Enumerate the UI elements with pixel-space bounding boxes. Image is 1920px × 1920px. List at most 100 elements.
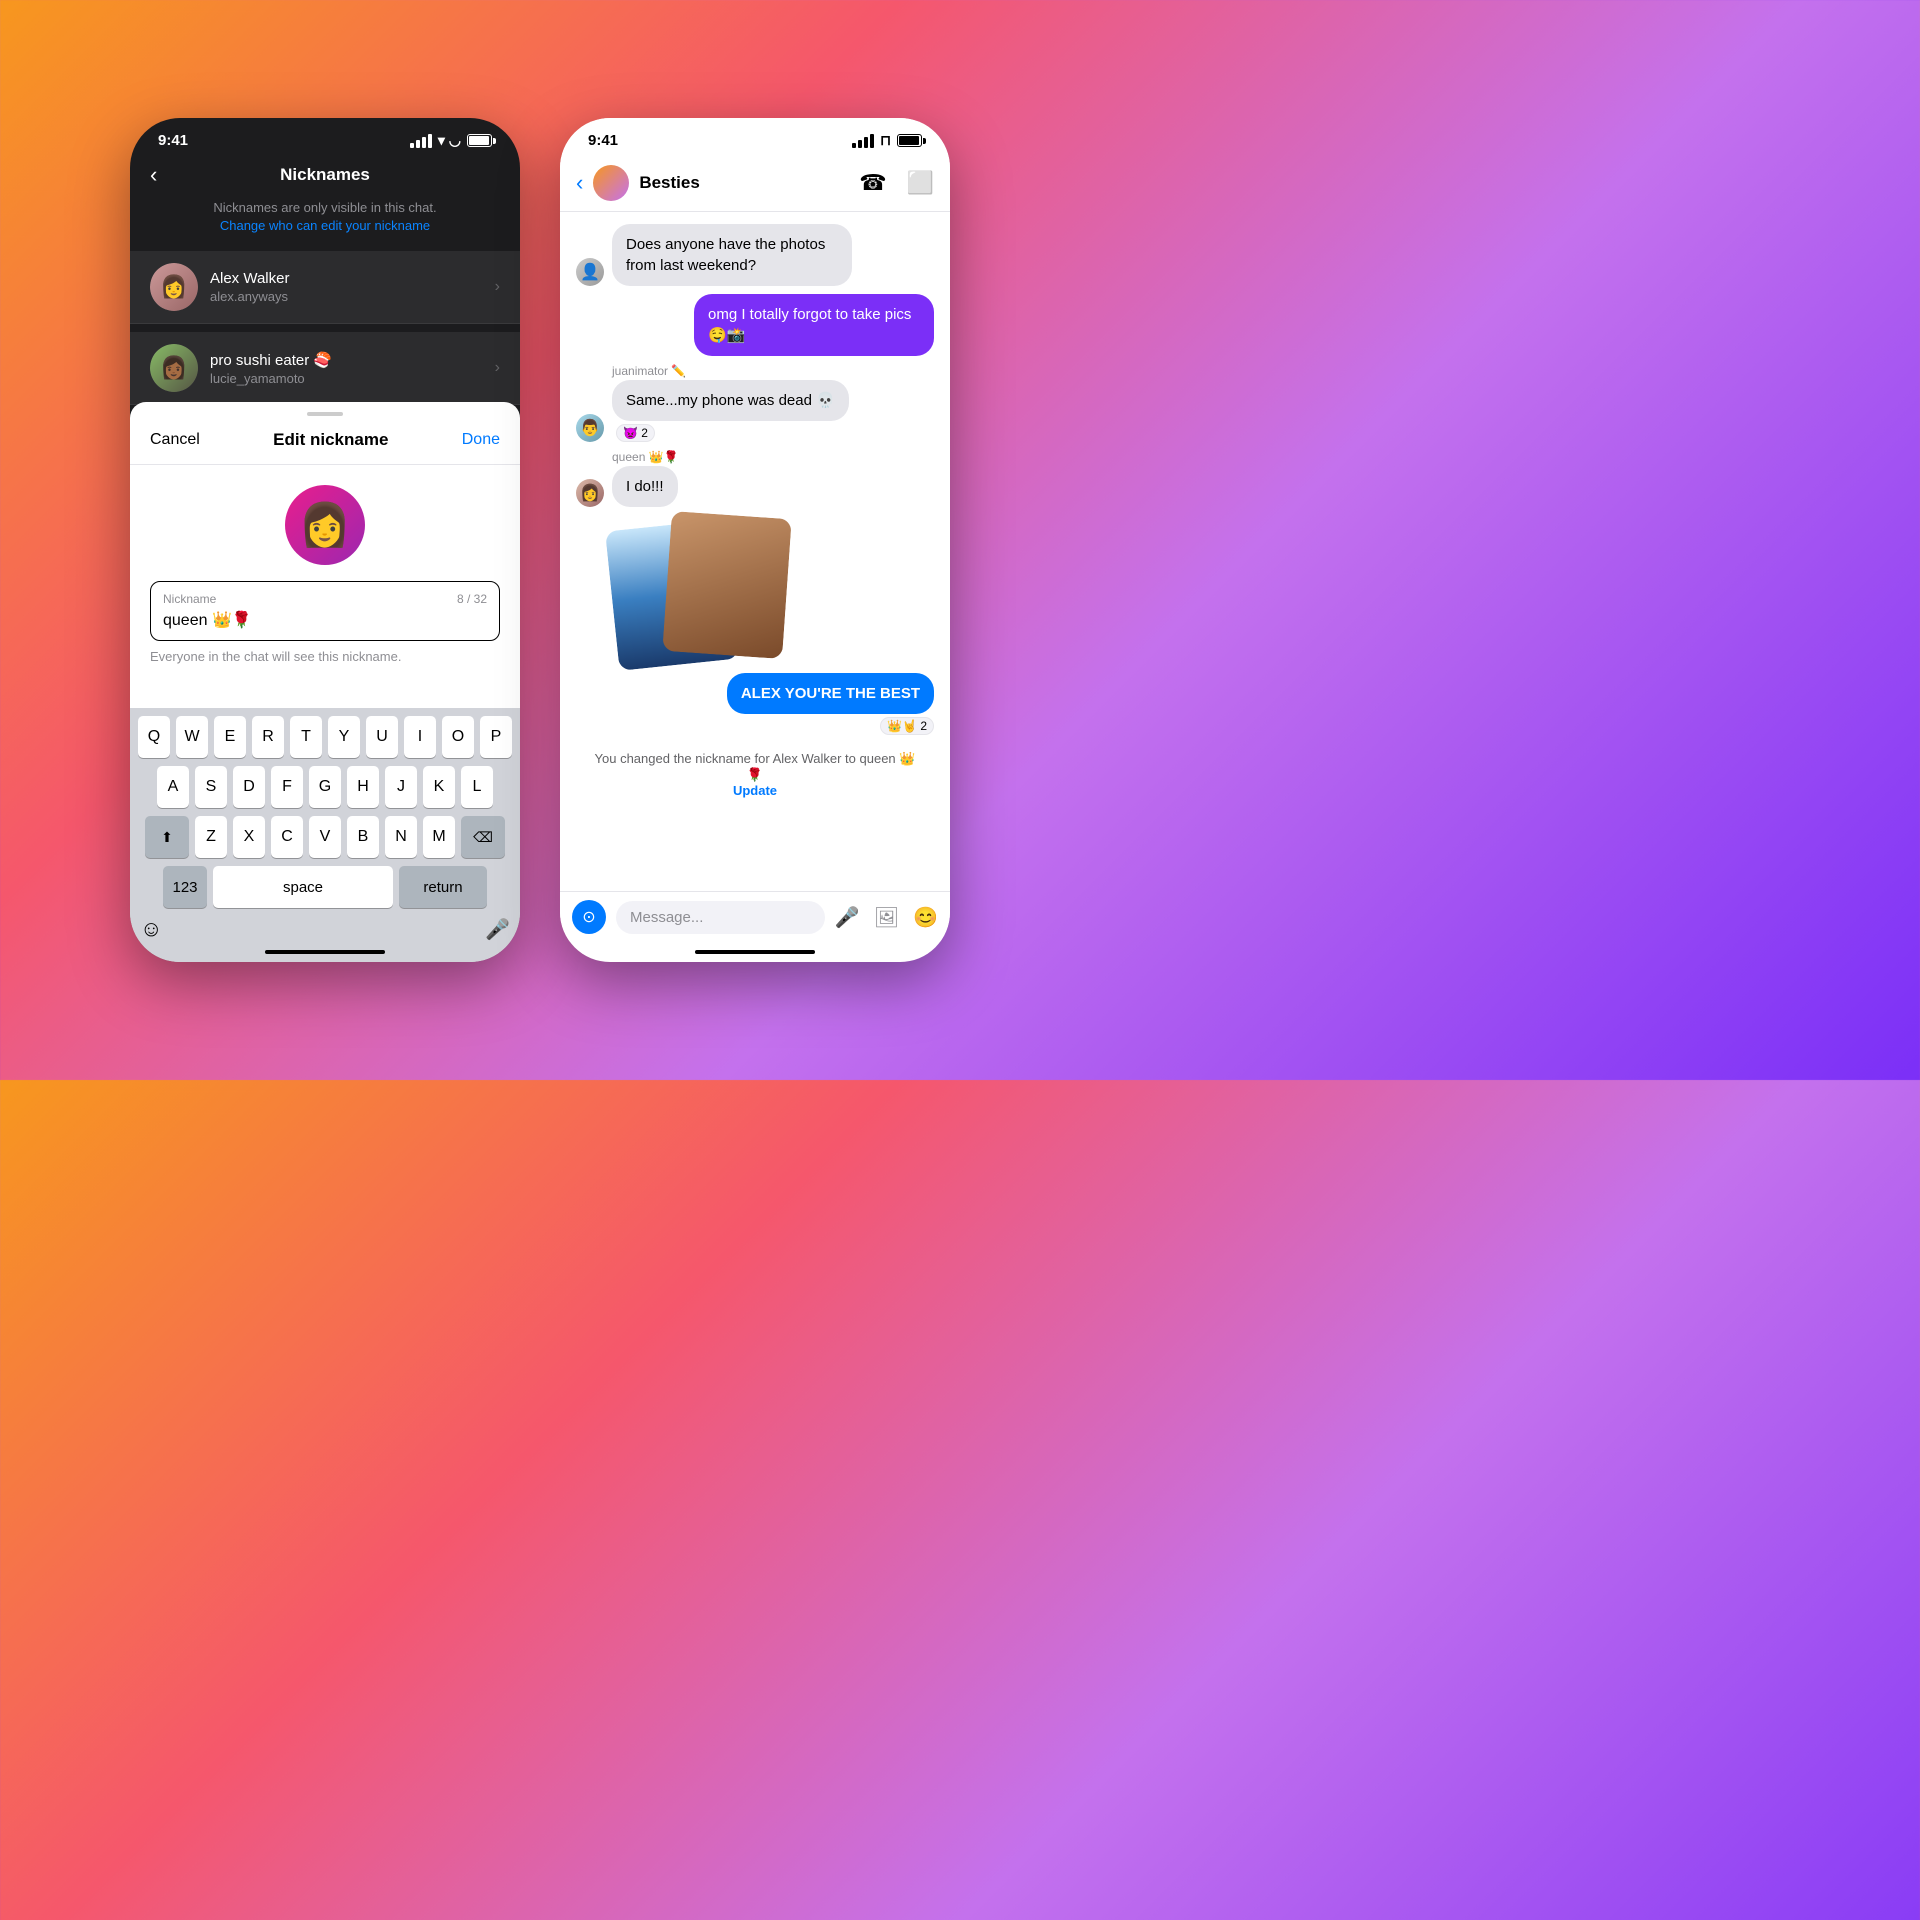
key-w[interactable]: W xyxy=(176,716,208,758)
nickname-counter: 8 / 32 xyxy=(457,592,487,606)
status-icons: ▾ ◡ xyxy=(410,132,492,149)
nickname-hint: Everyone in the chat will see this nickn… xyxy=(150,649,500,664)
bubble-4: I do!!! xyxy=(612,466,678,507)
key-c[interactable]: C xyxy=(271,816,303,858)
chat-header: ‹ Besties ☎ ⬜ xyxy=(560,155,950,212)
key-f[interactable]: F xyxy=(271,766,303,808)
signal-bars-icon-right xyxy=(852,134,874,148)
photo-2 xyxy=(662,511,791,659)
key-backspace[interactable]: ⌫ xyxy=(461,816,505,858)
home-indicator-light xyxy=(560,942,950,962)
msg-row-5: ALEX YOU'RE THE BEST 👑🤘 2 xyxy=(576,673,934,735)
edit-nickname-sheet: Cancel Edit nickname Done 👩 Nickname que… xyxy=(130,402,520,962)
message-input[interactable]: Message... xyxy=(616,901,825,934)
key-shift[interactable]: ⬆ xyxy=(145,816,189,858)
video-icon[interactable]: ⬜ xyxy=(907,170,934,196)
key-e[interactable]: E xyxy=(214,716,246,758)
key-q[interactable]: Q xyxy=(138,716,170,758)
avatar-alex: 👩 xyxy=(150,263,198,311)
signal-bars-icon xyxy=(410,134,432,148)
bubble-5: ALEX YOU'RE THE BEST xyxy=(727,673,934,714)
key-p[interactable]: P xyxy=(480,716,512,758)
key-a[interactable]: A xyxy=(157,766,189,808)
time-display: 9:41 xyxy=(158,132,188,149)
nickname-input-container[interactable]: Nickname queen 👑🌹 8 / 32 xyxy=(150,581,500,641)
bubble-2: omg I totally forgot to take pics 🤤📸 xyxy=(694,294,934,356)
call-icon[interactable]: ☎ xyxy=(859,170,886,196)
keyboard-row-4: 123 space return xyxy=(134,866,516,908)
nickname-input-label: Nickname xyxy=(163,592,487,606)
key-k[interactable]: K xyxy=(423,766,455,808)
sticker-input-icon[interactable]: 😊 xyxy=(913,905,938,930)
nickname-input-value[interactable]: queen 👑🌹 xyxy=(163,610,487,630)
msg-avatar-3: 👨 xyxy=(576,414,604,442)
system-message: You changed the nickname for Alex Walker… xyxy=(576,743,934,806)
contact-info-lucie: pro sushi eater 🍣 lucie_yamamoto xyxy=(210,351,495,386)
key-l[interactable]: L xyxy=(461,766,493,808)
key-z[interactable]: Z xyxy=(195,816,227,858)
nickname-subtitle: Nicknames are only visible in this chat.… xyxy=(130,195,520,251)
emoji-button[interactable]: ☺ xyxy=(140,916,162,942)
key-v[interactable]: V xyxy=(309,816,341,858)
msg-row-photos: 👩 xyxy=(576,515,934,665)
camera-button[interactable]: ⊙ xyxy=(572,900,606,934)
key-j[interactable]: J xyxy=(385,766,417,808)
key-space[interactable]: space xyxy=(213,866,393,908)
key-x[interactable]: X xyxy=(233,816,265,858)
chat-action-icons: ☎ ⬜ xyxy=(859,170,934,196)
update-link[interactable]: Update xyxy=(733,783,777,798)
chat-back-button[interactable]: ‹ xyxy=(576,170,583,196)
avatar-lucie: 👩🏾 xyxy=(150,344,198,392)
keyboard: Q W E R T Y U I O P A S D F G H J K xyxy=(130,708,520,962)
sheet-avatar: 👩 xyxy=(285,485,365,565)
key-123[interactable]: 123 xyxy=(163,866,207,908)
reaction-3: 👿 2 xyxy=(616,424,655,442)
keyboard-row-3: ⬆ Z X C V B N M ⌫ xyxy=(134,816,516,858)
msg-avatar-1: 👤 xyxy=(576,258,604,286)
sender-name-3: juanimator ✏️ xyxy=(612,364,934,378)
contact-row-alex[interactable]: 👩 Alex Walker alex.anyways › xyxy=(130,251,520,324)
key-t[interactable]: T xyxy=(290,716,322,758)
key-u[interactable]: U xyxy=(366,716,398,758)
contact-name-alex: Alex Walker xyxy=(210,270,495,287)
msg-row-3: 👨 Same...my phone was dead 💀 👿 2 xyxy=(576,380,934,442)
key-return[interactable]: return xyxy=(399,866,487,908)
msg-row-4: 👩 I do!!! xyxy=(576,466,934,507)
key-n[interactable]: N xyxy=(385,816,417,858)
msg-group-3: juanimator ✏️ 👨 Same...my phone was dead… xyxy=(576,364,934,442)
key-y[interactable]: Y xyxy=(328,716,360,758)
keyboard-bottom-row: ☺ 🎤 xyxy=(134,916,516,942)
phone-light: 9:41 ⊓ ‹ Besties ☎ ⬜ 👤 xyxy=(560,118,950,962)
key-g[interactable]: G xyxy=(309,766,341,808)
key-m[interactable]: M xyxy=(423,816,455,858)
msg-avatar-4: 👩 xyxy=(576,479,604,507)
contact-username-lucie: lucie_yamamoto xyxy=(210,371,495,386)
key-o[interactable]: O xyxy=(442,716,474,758)
done-button[interactable]: Done xyxy=(462,431,500,449)
back-button[interactable]: ‹ xyxy=(150,162,157,188)
contacts-area: 👩 Alex Walker alex.anyways › 👩🏾 pro sush… xyxy=(130,251,520,405)
input-icons: 🎤 🖼 😊 xyxy=(835,905,938,930)
key-i[interactable]: I xyxy=(404,716,436,758)
chevron-icon-lucie: › xyxy=(495,359,500,377)
key-b[interactable]: B xyxy=(347,816,379,858)
key-d[interactable]: D xyxy=(233,766,265,808)
mic-button[interactable]: 🎤 xyxy=(485,917,510,942)
change-who-link[interactable]: Change who can edit your nickname xyxy=(220,218,430,233)
page-title: Nicknames xyxy=(280,165,370,185)
time-display-right: 9:41 xyxy=(588,132,618,149)
key-r[interactable]: R xyxy=(252,716,284,758)
image-input-icon[interactable]: 🖼 xyxy=(874,905,899,930)
sheet-title: Edit nickname xyxy=(273,430,388,450)
cancel-button[interactable]: Cancel xyxy=(150,431,200,449)
home-bar-line xyxy=(695,950,815,954)
status-bar-dark: 9:41 ▾ ◡ xyxy=(130,118,520,155)
wifi-icon: ▾ ◡ xyxy=(438,132,461,149)
mic-input-icon[interactable]: 🎤 xyxy=(835,905,860,930)
keyboard-row-2: A S D F G H J K L xyxy=(134,766,516,808)
contact-row-lucie[interactable]: 👩🏾 pro sushi eater 🍣 lucie_yamamoto › xyxy=(130,332,520,405)
group-name: Besties xyxy=(639,173,849,193)
key-h[interactable]: H xyxy=(347,766,379,808)
key-s[interactable]: S xyxy=(195,766,227,808)
keyboard-row-1: Q W E R T Y U I O P xyxy=(134,716,516,758)
